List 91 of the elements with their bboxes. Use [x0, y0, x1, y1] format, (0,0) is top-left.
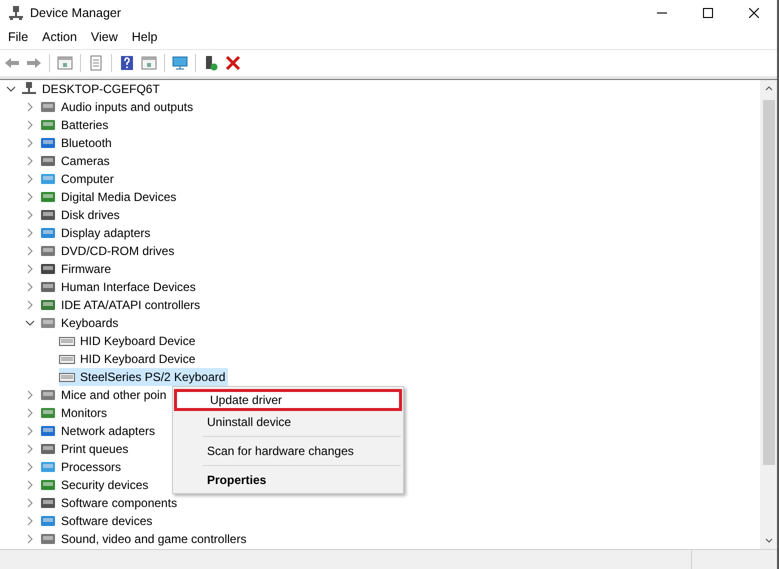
expand-chevron-icon[interactable]	[25, 282, 35, 292]
tree-item[interactable]: Human Interface Devices	[40, 278, 199, 296]
device-icon	[40, 477, 56, 493]
expand-chevron-icon[interactable]	[25, 210, 35, 220]
expand-chevron-icon[interactable]	[25, 192, 35, 202]
tree-item[interactable]: Network adapters	[40, 422, 158, 440]
window-title: Device Manager	[30, 6, 122, 20]
tree-item[interactable]: SteelSeries PS/2 Keyboard	[59, 368, 228, 386]
expand-chevron-icon[interactable]	[25, 138, 35, 148]
device-icon	[40, 423, 56, 439]
expand-chevron-icon[interactable]	[25, 300, 35, 310]
expand-chevron-icon[interactable]	[25, 516, 35, 526]
window-icon[interactable]	[56, 54, 74, 72]
computer-icon	[21, 81, 37, 97]
device-icon	[40, 189, 56, 205]
collapse-chevron-icon[interactable]	[25, 318, 35, 328]
scroll-thumb[interactable]	[762, 100, 774, 465]
menu-item[interactable]: View	[86, 28, 123, 46]
context-menu-item[interactable]: Update driver	[174, 389, 402, 411]
expand-chevron-icon[interactable]	[25, 264, 35, 274]
tree-item[interactable]: Audio inputs and outputs	[40, 98, 196, 116]
device-icon	[40, 279, 56, 295]
expand-chevron-icon[interactable]	[25, 390, 35, 400]
device-icon	[40, 153, 56, 169]
context-menu-item[interactable]: Properties	[174, 469, 402, 491]
expand-chevron-icon[interactable]	[25, 228, 35, 238]
device-icon	[40, 459, 56, 475]
monitor-icon[interactable]	[171, 54, 189, 72]
menu-item[interactable]: Help	[126, 28, 162, 46]
context-menu-item[interactable]: Uninstall device	[174, 411, 402, 433]
device-icon	[40, 243, 56, 259]
maximize-icon	[703, 8, 713, 18]
tree-item[interactable]: Computer	[40, 170, 117, 188]
tree-item[interactable]: Monitors	[40, 404, 110, 422]
collapse-chevron-icon[interactable]	[6, 84, 16, 94]
device-icon	[40, 207, 56, 223]
expand-chevron-icon[interactable]	[25, 462, 35, 472]
expand-chevron-icon[interactable]	[25, 102, 35, 112]
tree-item[interactable]: Digital Media Devices	[40, 188, 180, 206]
tree-item[interactable]: Display adapters	[40, 224, 154, 242]
tree-item[interactable]: Security devices	[40, 476, 152, 494]
tree-item[interactable]: DESKTOP-CGEFQ6T	[21, 80, 163, 98]
tree-item[interactable]: Sound, video and game controllers	[40, 530, 250, 548]
tree-item[interactable]: HID Keyboard Device	[59, 332, 198, 350]
tree-item[interactable]: Processors	[40, 458, 124, 476]
tree-item[interactable]: Mice and other poin	[40, 386, 170, 404]
expand-chevron-icon[interactable]	[25, 174, 35, 184]
device-icon	[40, 225, 56, 241]
app-icon	[8, 4, 24, 20]
expand-chevron-icon[interactable]	[25, 156, 35, 166]
device-icon	[40, 135, 56, 151]
vertical-scrollbar[interactable]	[760, 80, 777, 549]
tree-item[interactable]: Software devices	[40, 512, 156, 530]
device-icon	[40, 297, 56, 313]
context-menu-item[interactable]: Scan for hardware changes	[174, 440, 402, 462]
tree-item[interactable]: Bluetooth	[40, 134, 115, 152]
tree-item[interactable]: IDE ATA/ATAPI controllers	[40, 296, 204, 314]
device-icon	[40, 405, 56, 421]
device-icon	[40, 171, 56, 187]
tree-item[interactable]: Software components	[40, 494, 180, 512]
delete-icon[interactable]	[224, 54, 242, 72]
close-icon	[749, 8, 759, 18]
expand-chevron-icon[interactable]	[25, 408, 35, 418]
device-icon	[40, 261, 56, 277]
expand-chevron-icon[interactable]	[25, 444, 35, 454]
tree-item[interactable]: Cameras	[40, 152, 113, 170]
tree-item[interactable]: Print queues	[40, 440, 132, 458]
device-icon	[40, 117, 56, 133]
tree-item[interactable]: DVD/CD-ROM drives	[40, 242, 178, 260]
expand-chevron-icon[interactable]	[25, 480, 35, 490]
device-icon	[40, 315, 56, 331]
device-icon	[40, 441, 56, 457]
device-icon	[40, 531, 56, 547]
expand-chevron-icon[interactable]	[25, 498, 35, 508]
tree-item[interactable]: Firmware	[40, 260, 114, 278]
device-icon	[40, 99, 56, 115]
menu-item[interactable]: Action	[37, 28, 82, 46]
help-icon[interactable]	[118, 54, 136, 72]
window-icon[interactable]	[140, 54, 158, 72]
tree-item[interactable]: Disk drives	[40, 206, 123, 224]
device-icon	[40, 513, 56, 529]
tree-item[interactable]: HID Keyboard Device	[59, 350, 198, 368]
expand-chevron-icon[interactable]	[25, 246, 35, 256]
expand-chevron-icon[interactable]	[25, 120, 35, 130]
tree-item[interactable]: Keyboards	[40, 314, 122, 332]
device-icon	[40, 387, 56, 403]
tree-item[interactable]: Batteries	[40, 116, 112, 134]
expand-chevron-icon[interactable]	[25, 426, 35, 436]
menu-item[interactable]: File	[3, 28, 34, 46]
device-icon	[40, 495, 56, 511]
expand-chevron-icon[interactable]	[25, 534, 35, 544]
